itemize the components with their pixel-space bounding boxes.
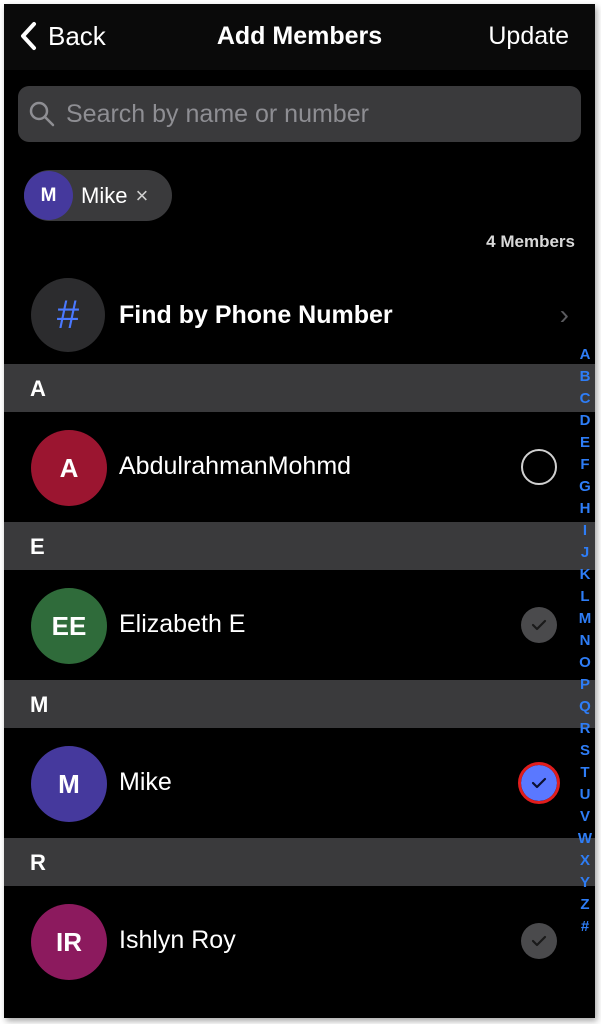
avatar: EE [31, 588, 107, 664]
contact-row[interactable]: EE Elizabeth E [4, 570, 595, 680]
select-checkbox[interactable] [521, 449, 557, 485]
index-letter[interactable]: L [575, 586, 595, 608]
index-letter[interactable]: Y [575, 872, 595, 894]
index-letter[interactable]: A [575, 344, 595, 366]
search-bar[interactable] [18, 86, 581, 142]
index-letter[interactable]: Q [575, 696, 595, 718]
index-letter[interactable]: S [575, 740, 595, 762]
index-letter[interactable]: J [575, 542, 595, 564]
section-header-e: E [4, 522, 595, 570]
index-letter[interactable]: V [575, 806, 595, 828]
index-letter[interactable]: G [575, 476, 595, 498]
index-letter[interactable]: R [575, 718, 595, 740]
index-letter[interactable]: H [575, 498, 595, 520]
selected-member-chip: M Mike × [24, 170, 172, 221]
navigation-bar: Back Add Members Update [4, 4, 595, 70]
index-letter[interactable]: B [575, 366, 595, 388]
checkmark-icon [531, 935, 547, 947]
chip-name: Mike [81, 182, 128, 208]
section-header-r: R [4, 838, 595, 886]
index-letter[interactable]: O [575, 652, 595, 674]
phone-screen: Back Add Members Update M Mike × 4 Membe… [4, 4, 595, 1018]
index-letter[interactable]: W [575, 828, 595, 850]
member-checkmark [521, 923, 557, 959]
contact-name: AbdulrahmanMohmd [119, 452, 352, 480]
chevron-right-icon: › [559, 299, 569, 330]
index-letter[interactable]: Z [575, 894, 595, 916]
contact-name: Mike [119, 768, 172, 796]
search-icon [29, 101, 55, 127]
section-header-a: A [4, 364, 595, 412]
index-letter[interactable]: F [575, 454, 595, 476]
find-by-phone-row[interactable]: # Find by Phone Number › [4, 268, 595, 362]
index-letter[interactable]: M [575, 608, 595, 630]
select-checkbox[interactable] [518, 762, 560, 804]
avatar: A [31, 430, 107, 506]
index-letter[interactable]: E [575, 432, 595, 454]
close-icon[interactable]: × [135, 183, 148, 209]
index-letter[interactable]: I [575, 520, 595, 542]
section-header-m: M [4, 680, 595, 728]
contact-row[interactable]: M Mike [4, 728, 595, 838]
section-letter: E [30, 534, 45, 559]
contact-name: Ishlyn Roy [119, 926, 236, 954]
section-letter: R [30, 850, 46, 875]
index-letter[interactable]: # [575, 916, 595, 938]
index-letter[interactable]: C [575, 388, 595, 410]
index-letter[interactable]: U [575, 784, 595, 806]
index-letter[interactable]: T [575, 762, 595, 784]
section-letter: A [30, 376, 46, 401]
contact-row[interactable]: A AbdulrahmanMohmd [4, 412, 595, 522]
avatar: M [31, 746, 107, 822]
member-count: 4 Members [486, 232, 575, 251]
section-letter: M [30, 692, 49, 717]
find-by-phone-label: Find by Phone Number [119, 300, 393, 329]
checkmark-icon [531, 777, 547, 789]
index-letter[interactable]: X [575, 850, 595, 872]
contact-name: Elizabeth E [119, 610, 246, 638]
member-checkmark [521, 607, 557, 643]
alphabet-index[interactable]: A B C D E F G H I J K L M N O P Q R S T U V W X Y Z # [575, 344, 595, 938]
index-letter[interactable]: P [575, 674, 595, 696]
search-input[interactable] [64, 98, 548, 130]
index-letter[interactable]: K [575, 564, 595, 586]
hash-icon: # [31, 278, 105, 352]
index-letter[interactable]: N [575, 630, 595, 652]
avatar: M [24, 171, 73, 220]
contact-row[interactable]: IR Ishlyn Roy [4, 886, 595, 996]
update-button[interactable]: Update [488, 22, 569, 51]
checkmark-icon [531, 619, 547, 631]
avatar: IR [31, 904, 107, 980]
index-letter[interactable]: D [575, 410, 595, 432]
